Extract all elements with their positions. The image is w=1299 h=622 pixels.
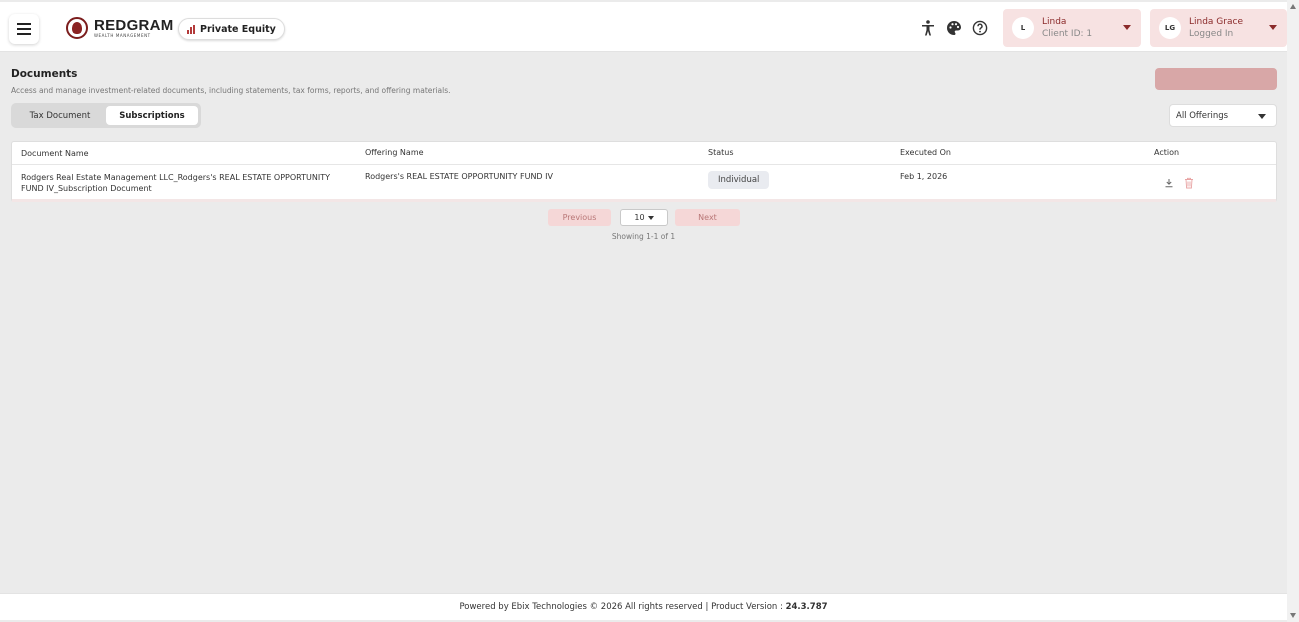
document-tabs: Tax Document Subscriptions <box>11 103 201 128</box>
status-badge: Individual <box>708 171 770 189</box>
help-icon[interactable] <box>971 19 989 37</box>
brand-tagline: WEALTH MANAGEMENT <box>94 32 151 38</box>
offering-filter-value: All Offerings <box>1176 110 1229 121</box>
user-status: Logged In <box>1189 29 1234 39</box>
user-menu[interactable]: LG Linda Grace Logged In <box>1150 9 1287 47</box>
column-header[interactable]: Executed On <box>900 148 951 157</box>
documents-table: Document Name Offering Name Status Execu… <box>11 141 1277 202</box>
bar-chart-icon <box>187 24 196 34</box>
product-version: 24.3.787 <box>785 602 828 612</box>
previous-button[interactable]: Previous <box>548 209 611 226</box>
action-cell <box>1164 177 1194 189</box>
module-switcher-button[interactable]: Private Equity <box>178 18 285 40</box>
accessibility-icon[interactable] <box>919 19 937 37</box>
delete-icon[interactable] <box>1184 177 1194 189</box>
scroll-up-icon[interactable] <box>1290 4 1296 9</box>
page-scrollbar[interactable] <box>1287 0 1299 622</box>
status-cell: Individual <box>708 171 770 189</box>
pagination: Previous 10 Next <box>548 209 740 226</box>
client-name: Linda <box>1042 17 1067 27</box>
palette-icon[interactable] <box>945 19 963 37</box>
table-header: Document Name Offering Name Status Execu… <box>12 142 1276 165</box>
page-description: Access and manage investment-related doc… <box>11 86 451 95</box>
footer: Powered by Ebix Technologies © 2026 All … <box>0 593 1287 620</box>
menu-button[interactable] <box>9 14 39 44</box>
chevron-down-icon <box>1123 25 1131 30</box>
scroll-down-icon[interactable] <box>1290 613 1296 618</box>
client-avatar: L <box>1012 17 1034 39</box>
footer-text: Powered by Ebix Technologies © 2026 All … <box>459 602 786 612</box>
offering-name-cell: Rodgers's REAL ESTATE OPPORTUNITY FUND I… <box>365 172 553 181</box>
page-size-select[interactable]: 10 <box>620 209 668 226</box>
chevron-down-icon <box>1258 114 1266 119</box>
tab-tax-document[interactable]: Tax Document <box>14 106 106 125</box>
document-name-cell: Rodgers Real Estate Management LLC_Rodge… <box>21 173 331 193</box>
page-title: Documents <box>11 68 78 80</box>
module-label: Private Equity <box>200 23 276 35</box>
offering-filter-select[interactable]: All Offerings <box>1169 104 1277 127</box>
next-button[interactable]: Next <box>675 209 740 226</box>
client-selector[interactable]: L Linda Client ID: 1 <box>1003 9 1141 47</box>
action-button[interactable] <box>1155 68 1277 90</box>
table-row[interactable]: Rodgers Real Estate Management LLC_Rodge… <box>12 165 1276 202</box>
client-id: Client ID: 1 <box>1042 29 1093 39</box>
column-header: Action <box>1154 148 1180 157</box>
column-header[interactable]: Status <box>708 148 734 157</box>
user-name: Linda Grace <box>1189 17 1243 27</box>
chevron-down-icon <box>1269 25 1277 30</box>
logo-mark-icon <box>66 17 88 39</box>
column-header[interactable]: Offering Name <box>365 148 424 157</box>
pagination-summary: Showing 1-1 of 1 <box>611 232 676 241</box>
executed-on-cell: Feb 1, 2026 <box>900 172 948 181</box>
top-bar: REDGRAM WEALTH MANAGEMENT Private Equity… <box>0 2 1287 52</box>
user-avatar: LG <box>1159 17 1181 39</box>
download-icon[interactable] <box>1164 178 1174 188</box>
row-divider <box>12 199 1276 202</box>
page-size-value: 10 <box>634 213 645 222</box>
hamburger-icon <box>17 23 31 35</box>
column-header[interactable]: Document Name <box>21 148 351 159</box>
brand-name: REDGRAM <box>94 16 174 34</box>
chevron-down-icon <box>647 215 654 220</box>
brand-logo[interactable]: REDGRAM WEALTH MANAGEMENT <box>66 12 174 44</box>
tab-subscriptions[interactable]: Subscriptions <box>106 106 198 125</box>
